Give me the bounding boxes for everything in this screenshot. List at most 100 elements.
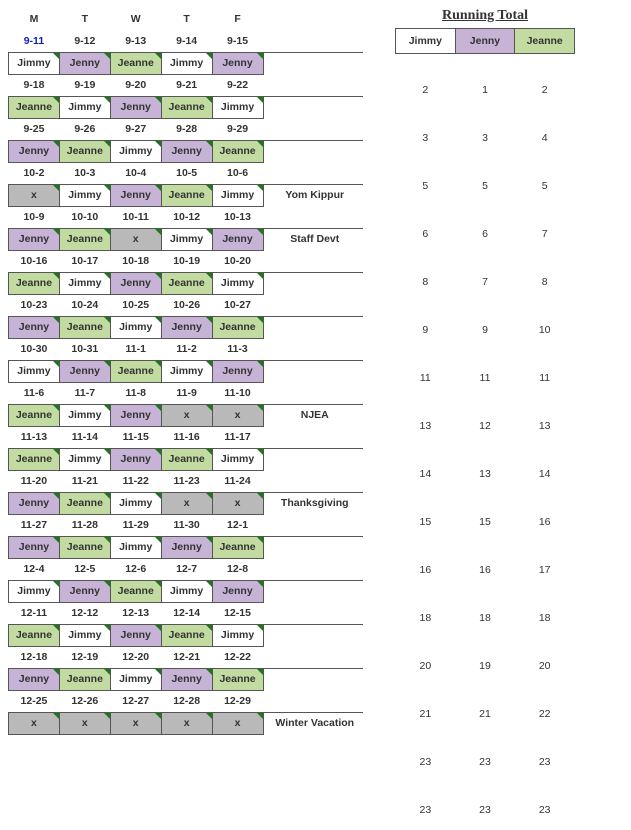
date-cell: 10-23 bbox=[9, 294, 60, 316]
schedule-table: M T W T F 9-119-129-139-149-15JimmyJenny… bbox=[8, 8, 363, 735]
date-cell: 11-23 bbox=[161, 470, 212, 492]
date-cell: 10-19 bbox=[161, 250, 212, 272]
assign-cell: Jimmy bbox=[161, 360, 212, 382]
date-cell: 11-10 bbox=[212, 382, 263, 404]
date-cell: 11-17 bbox=[212, 426, 263, 448]
running-header-jenny: Jenny bbox=[455, 29, 515, 54]
running-row: 232323 bbox=[396, 750, 575, 774]
assign-row: JimmyJennyJeanneJimmyJenny bbox=[9, 52, 364, 74]
date-cell: 10-16 bbox=[9, 250, 60, 272]
running-value: 11 bbox=[455, 366, 515, 390]
day-header-row: M T W T F bbox=[9, 8, 364, 30]
running-row: 141314 bbox=[396, 462, 575, 486]
date-row: 12-2512-2612-2712-2812-29 bbox=[9, 690, 364, 712]
assign-cell: Jeanne bbox=[59, 492, 110, 514]
note-cell bbox=[263, 624, 363, 646]
assign-row: JennyJeannexJimmyJennyStaff Devt bbox=[9, 228, 364, 250]
date-cell: 9-15 bbox=[212, 30, 263, 52]
date-cell: 11-2 bbox=[161, 338, 212, 360]
date-cell: 10-11 bbox=[110, 206, 161, 228]
assign-row: xJimmyJennyJeanneJimmyYom Kippur bbox=[9, 184, 364, 206]
running-row: 181818 bbox=[396, 606, 575, 630]
date-cell: 9-19 bbox=[59, 74, 110, 96]
assign-cell: Jimmy bbox=[110, 316, 161, 338]
date-cell: 9-26 bbox=[59, 118, 110, 140]
note-cell: Thanksgiving bbox=[263, 492, 363, 514]
assign-cell: x bbox=[212, 712, 263, 734]
date-cell: 11-20 bbox=[9, 470, 60, 492]
assign-cell: Jenny bbox=[9, 668, 60, 690]
running-value: 2 bbox=[396, 78, 456, 102]
assign-cell: Jeanne bbox=[59, 316, 110, 338]
running-row: 111111 bbox=[396, 366, 575, 390]
assign-cell: Jeanne bbox=[161, 624, 212, 646]
assign-cell: Jeanne bbox=[212, 536, 263, 558]
assign-cell: Jimmy bbox=[212, 272, 263, 294]
assign-cell: Jenny bbox=[212, 580, 263, 602]
date-cell: 9-27 bbox=[110, 118, 161, 140]
running-value: 3 bbox=[455, 126, 515, 150]
date-cell: 9-29 bbox=[212, 118, 263, 140]
date-row: 10-210-310-410-510-6 bbox=[9, 162, 364, 184]
running-value: 5 bbox=[396, 174, 456, 198]
assign-cell: Jeanne bbox=[110, 360, 161, 382]
date-cell: 11-27 bbox=[9, 514, 60, 536]
date-cell: 12-19 bbox=[59, 646, 110, 668]
date-row: 10-3010-3111-111-211-3 bbox=[9, 338, 364, 360]
running-row: 201920 bbox=[396, 654, 575, 678]
date-cell: 10-2 bbox=[9, 162, 60, 184]
date-cell: 12-4 bbox=[9, 558, 60, 580]
date-cell: 9-14 bbox=[161, 30, 212, 52]
date-cell: 10-17 bbox=[59, 250, 110, 272]
assign-cell: x bbox=[9, 184, 60, 206]
assign-row: JimmyJennyJeanneJimmyJenny bbox=[9, 360, 364, 382]
running-value: 9 bbox=[396, 318, 456, 342]
assign-cell: Jeanne bbox=[9, 272, 60, 294]
assign-cell: Jeanne bbox=[59, 140, 110, 162]
date-cell: 12-5 bbox=[59, 558, 110, 580]
running-value: 14 bbox=[396, 462, 456, 486]
note-cell bbox=[263, 360, 363, 382]
assign-cell: Jimmy bbox=[212, 96, 263, 118]
running-value: 17 bbox=[515, 558, 575, 582]
note-cell: Staff Devt bbox=[263, 228, 363, 250]
date-cell: 11-6 bbox=[9, 382, 60, 404]
assign-row: JeanneJimmyJennyJeanneJimmy bbox=[9, 272, 364, 294]
running-value: 11 bbox=[515, 366, 575, 390]
date-cell: 11-8 bbox=[110, 382, 161, 404]
date-cell: 11-24 bbox=[212, 470, 263, 492]
assign-cell: Jimmy bbox=[59, 448, 110, 470]
assign-cell: Jeanne bbox=[161, 96, 212, 118]
assign-cell: Jenny bbox=[161, 536, 212, 558]
assign-cell: Jeanne bbox=[9, 448, 60, 470]
assign-cell: Jenny bbox=[110, 96, 161, 118]
date-cell: 9-18 bbox=[9, 74, 60, 96]
assign-cell: Jeanne bbox=[212, 316, 263, 338]
assign-cell: x bbox=[161, 492, 212, 514]
date-cell: 12-26 bbox=[59, 690, 110, 712]
date-cell: 10-3 bbox=[59, 162, 110, 184]
assign-cell: x bbox=[161, 712, 212, 734]
assign-row: JeanneJimmyJennyJeanneJimmy bbox=[9, 96, 364, 118]
date-cell: 11-22 bbox=[110, 470, 161, 492]
date-row: 9-189-199-209-219-22 bbox=[9, 74, 364, 96]
note-cell bbox=[263, 536, 363, 558]
date-row: 10-1610-1710-1810-1910-20 bbox=[9, 250, 364, 272]
running-value: 15 bbox=[455, 510, 515, 534]
date-cell: 12-29 bbox=[212, 690, 263, 712]
note-cell bbox=[263, 448, 363, 470]
assign-cell: Jeanne bbox=[212, 140, 263, 162]
running-row: 9910 bbox=[396, 318, 575, 342]
assign-row: JeanneJimmyJennyxxNJEA bbox=[9, 404, 364, 426]
date-cell: 12-15 bbox=[212, 602, 263, 624]
assign-cell: Jenny bbox=[212, 52, 263, 74]
running-row: 232323 bbox=[396, 798, 575, 822]
running-value: 23 bbox=[455, 798, 515, 822]
date-row: 12-412-512-612-712-8 bbox=[9, 558, 364, 580]
running-total-title: Running Total bbox=[395, 8, 575, 24]
running-value: 6 bbox=[455, 222, 515, 246]
assign-cell: Jenny bbox=[110, 404, 161, 426]
date-cell: 12-6 bbox=[110, 558, 161, 580]
running-value: 23 bbox=[515, 750, 575, 774]
running-value: 16 bbox=[396, 558, 456, 582]
